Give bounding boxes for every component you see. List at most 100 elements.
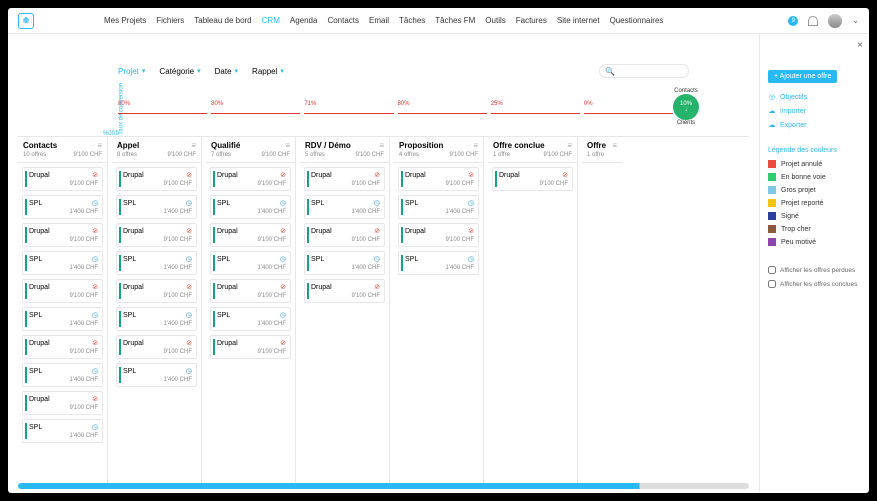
offer-card[interactable]: SPL◷1'400 CHF	[304, 251, 385, 275]
horizontal-scrollbar[interactable]	[18, 483, 749, 489]
legend-swatch	[768, 199, 776, 207]
column-menu-icon[interactable]: ≡	[285, 141, 290, 150]
offer-card[interactable]: Drupal⊘9'100 CHF	[22, 335, 103, 359]
side-link[interactable]: ☁Importer	[768, 107, 861, 115]
offer-card[interactable]: Drupal⊘9'100 CHF	[304, 279, 385, 303]
bell-icon[interactable]	[808, 16, 818, 26]
logo-icon: ⟰	[18, 13, 34, 29]
menu-item[interactable]: Mes Projets	[104, 16, 146, 25]
kanban-column: Qualifié≡7 offres9'100 CHFDrupal⊘9'100 C…	[206, 137, 296, 483]
chevron-down-icon: ▾	[235, 67, 239, 75]
column-menu-icon[interactable]: ≡	[379, 141, 384, 150]
checkbox[interactable]	[768, 266, 776, 274]
offer-card[interactable]: Drupal⊘9'100 CHF	[492, 167, 573, 191]
circle-arrow-icon: ↓	[685, 107, 688, 113]
column-body: Drupal⊘9'100 CHF SPL◷1'400 CHF Drupal⊘9'10…	[206, 163, 295, 483]
menu-item[interactable]: Outils	[485, 16, 505, 25]
search-input[interactable]: 🔍	[599, 64, 689, 78]
offer-card[interactable]: Drupal⊘9'100 CHF	[210, 167, 291, 191]
status-icon: ◷	[468, 255, 474, 263]
offer-card[interactable]: Drupal⊘9'100 CHF	[210, 279, 291, 303]
toggle-option[interactable]: Afficher les offres perdues	[768, 266, 861, 274]
filter-pill[interactable]: Date ▾	[215, 67, 238, 76]
menu-item[interactable]: Tâches FM	[435, 16, 475, 25]
offer-card[interactable]: Drupal⊘9'100 CHF	[22, 279, 103, 303]
offer-card[interactable]: SPL◷1'400 CHF	[22, 251, 103, 275]
offer-card[interactable]: Drupal⊘9'100 CHF	[304, 223, 385, 247]
column-header: Offre≡1 offre	[582, 137, 622, 163]
legend-swatch	[768, 160, 776, 168]
chevron-down-icon: ▾	[280, 67, 284, 75]
offer-card[interactable]: SPL◷1'400 CHF	[304, 195, 385, 219]
avatar[interactable]	[828, 14, 842, 28]
column-menu-icon[interactable]: ≡	[473, 141, 478, 150]
offer-card[interactable]: SPL◷1'400 CHF	[116, 307, 197, 331]
filter-pill[interactable]: Rappel ▾	[252, 67, 284, 76]
filter-pill[interactable]: Catégorie ▾	[159, 67, 200, 76]
status-icon: ◷	[92, 367, 98, 375]
status-icon: ⊘	[92, 339, 98, 347]
chevron-down-icon[interactable]: ⌄	[852, 16, 859, 25]
menu-item[interactable]: Questionnaires	[610, 16, 664, 25]
kanban-column: Offre≡1 offre	[582, 137, 622, 483]
offer-card[interactable]: SPL◷1'400 CHF	[210, 307, 291, 331]
offer-card[interactable]: Drupal⊘9'100 CHF	[398, 223, 479, 247]
offer-card[interactable]: Drupal⊘9'100 CHF	[398, 167, 479, 191]
menu-item[interactable]: Factures	[516, 16, 547, 25]
column-menu-icon[interactable]: ≡	[191, 141, 196, 150]
offer-card[interactable]: Drupal⊘9'100 CHF	[22, 223, 103, 247]
status-icon: ◷	[374, 255, 380, 263]
column-menu-icon[interactable]: ≡	[612, 141, 617, 150]
column-body: Drupal⊘9'100 CHF SPL◷1'400 CHF Drupal⊘9'10…	[300, 163, 389, 483]
offer-card[interactable]: SPL◷1'400 CHF	[116, 363, 197, 387]
offer-card[interactable]: Drupal⊘9'100 CHF	[116, 279, 197, 303]
offer-card[interactable]: SPL◷1'400 CHF	[116, 251, 197, 275]
status-icon: ◷	[280, 311, 286, 319]
status-icon: ⊘	[186, 171, 192, 179]
add-offer-button[interactable]: + Ajouter une offre	[768, 70, 837, 83]
menu-item[interactable]: Tableau de bord	[194, 16, 251, 25]
offer-card[interactable]: SPL◷1'400 CHF	[116, 195, 197, 219]
offer-card[interactable]: SPL◷1'400 CHF	[22, 195, 103, 219]
status-icon: ⊘	[280, 283, 286, 291]
notification-badge[interactable]: 9	[788, 16, 798, 26]
status-icon: ◷	[186, 311, 192, 319]
menu-item[interactable]: CRM	[262, 16, 280, 25]
offer-card[interactable]: Drupal⊘9'100 CHF	[116, 335, 197, 359]
status-icon: ⊘	[92, 283, 98, 291]
side-link[interactable]: ◎Objectifs	[768, 93, 861, 101]
column-body: Drupal⊘9'100 CHF SPL◷1'400 CHF Drupal⊘9'10…	[18, 163, 107, 483]
offer-card[interactable]: Drupal⊘9'100 CHF	[116, 167, 197, 191]
offer-card[interactable]: Drupal⊘9'100 CHF	[22, 391, 103, 415]
offer-card[interactable]: Drupal⊘9'100 CHF	[210, 223, 291, 247]
offer-card[interactable]: Drupal⊘9'100 CHF	[22, 167, 103, 191]
offer-card[interactable]: SPL◷1'400 CHF	[22, 307, 103, 331]
chevron-down-icon: ▾	[197, 67, 201, 75]
offer-card[interactable]: Drupal⊘9'100 CHF	[116, 223, 197, 247]
search-icon: 🔍	[605, 67, 615, 76]
side-link[interactable]: ☁Exporter	[768, 121, 861, 129]
checkbox[interactable]	[768, 280, 776, 288]
close-icon[interactable]: ×	[857, 40, 863, 51]
column-menu-icon[interactable]: ≡	[97, 141, 102, 150]
menu-item[interactable]: Fichiers	[156, 16, 184, 25]
menu-item[interactable]: Email	[369, 16, 389, 25]
circle-bot-label: Clients	[677, 120, 695, 126]
offer-card[interactable]: SPL◷1'400 CHF	[22, 363, 103, 387]
toggle-option[interactable]: Afficher les offres conclues	[768, 280, 861, 288]
legend-title: Légende des couleurs	[768, 147, 861, 154]
menu-item[interactable]: Site internet	[557, 16, 600, 25]
offer-card[interactable]: SPL◷1'400 CHF	[398, 195, 479, 219]
column-menu-icon[interactable]: ≡	[567, 141, 572, 150]
offer-card[interactable]: SPL◷1'400 CHF	[22, 419, 103, 443]
status-icon: ⊘	[186, 227, 192, 235]
offer-card[interactable]: Drupal⊘9'100 CHF	[304, 167, 385, 191]
filter-pill[interactable]: Projet ▾	[118, 67, 145, 76]
menu-item[interactable]: Contacts	[327, 16, 359, 25]
menu-item[interactable]: Agenda	[290, 16, 318, 25]
menu-item[interactable]: Tâches	[399, 16, 425, 25]
offer-card[interactable]: Drupal⊘9'100 CHF	[210, 335, 291, 359]
offer-card[interactable]: SPL◷1'400 CHF	[398, 251, 479, 275]
offer-card[interactable]: SPL◷1'400 CHF	[210, 251, 291, 275]
offer-card[interactable]: SPL◷1'400 CHF	[210, 195, 291, 219]
